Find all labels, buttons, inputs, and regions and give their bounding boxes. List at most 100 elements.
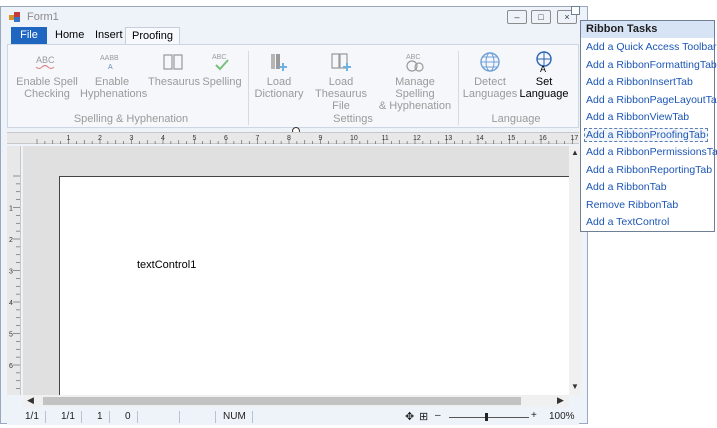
window-title: Form1 xyxy=(27,11,59,23)
vruler-number: 1 xyxy=(9,206,13,213)
vruler-number: 3 xyxy=(9,269,13,276)
ruler-number: 15 xyxy=(508,135,516,142)
form-window: Form1 – □ × File Home Insert Proofing AB… xyxy=(0,6,588,425)
vertical-ruler[interactable]: 1 2 3 4 5 6 xyxy=(7,146,21,395)
ruler-number: 5 xyxy=(193,135,197,142)
status-bar: 1/1 1/1 1 0 NUM ✥ ⊞ – + 100% xyxy=(7,409,579,425)
status-section: 1/1 xyxy=(55,411,82,423)
app-icon xyxy=(9,12,20,22)
task-add-quick-access-toolbar[interactable]: Add a Quick Access Toolbar xyxy=(586,41,717,53)
zoom-in-button[interactable]: + xyxy=(531,410,537,421)
status-empty xyxy=(147,411,180,423)
zoom-slider[interactable] xyxy=(449,417,529,418)
load-dictionary-label-2: Dictionary xyxy=(254,88,304,100)
task-add-text-control[interactable]: Add a TextControl xyxy=(586,216,669,228)
enable-hyphenations-button[interactable]: AABB A Enable Hyphenations xyxy=(80,51,147,100)
scroll-right-icon[interactable]: ▶ xyxy=(557,395,564,406)
ruler-number: 14 xyxy=(476,135,484,142)
thesaurus-button[interactable]: Thesaurus xyxy=(148,51,200,88)
svg-text:ABC: ABC xyxy=(36,55,55,65)
fit-page-icon[interactable]: ⊞ xyxy=(419,410,428,423)
ruler-number: 4 xyxy=(161,135,165,142)
load-thesaurus-label-1: Load xyxy=(328,76,354,88)
maximize-button[interactable]: □ xyxy=(531,10,551,24)
vruler-number: 5 xyxy=(9,332,13,339)
ruler-ticks: 1 2 3 4 5 6 7 8 9 10 11 12 13 14 15 16 17 xyxy=(36,135,579,144)
vruler-number: 6 xyxy=(9,363,13,370)
load-thesaurus-icon xyxy=(331,53,351,71)
load-dictionary-label-1: Load xyxy=(266,76,292,88)
enable-hyphenations-label-1: Enable xyxy=(94,76,130,88)
ruler-number: 6 xyxy=(224,135,228,142)
ruler-number: 9 xyxy=(319,135,323,142)
group-separator xyxy=(248,51,249,125)
minimize-button[interactable]: – xyxy=(507,10,527,24)
spelling-button[interactable]: ABC Spelling xyxy=(200,51,244,88)
group-separator xyxy=(458,51,459,125)
tab-file[interactable]: File xyxy=(11,27,47,44)
document-area[interactable]: textControl1 xyxy=(23,146,569,395)
ribbon-proofing-panel: ABC Enable Spell Checking AABB A Enable H… xyxy=(7,44,579,128)
globe-icon xyxy=(480,52,500,72)
zoom-out-button[interactable]: – xyxy=(435,410,441,421)
ruler-number: 8 xyxy=(287,135,291,142)
group-label-spelling-hyphenation: Spelling & Hyphenation xyxy=(73,113,189,125)
enable-spell-checking-button[interactable]: ABC Enable Spell Checking xyxy=(16,51,78,100)
manage-spelling-icon: ABC xyxy=(406,54,424,72)
spellcheck-icon: ABC xyxy=(212,54,229,71)
set-language-button[interactable]: A Set Language xyxy=(518,51,570,100)
task-add-ribbon-view-tab[interactable]: Add a RibbonViewTab xyxy=(586,111,689,123)
abc-spell-icon: ABC xyxy=(35,55,55,70)
ruler-number: 16 xyxy=(539,135,547,142)
spelling-label: Spelling xyxy=(202,76,242,88)
set-language-label-2: Language xyxy=(519,88,569,100)
status-empty-2 xyxy=(181,411,216,423)
detect-languages-button[interactable]: Detect Languages xyxy=(462,51,518,100)
zoom-level: 100% xyxy=(549,411,575,422)
load-dictionary-button[interactable]: Load Dictionary xyxy=(252,51,306,100)
zoom-slider-thumb[interactable] xyxy=(485,413,488,421)
task-add-ribbon-reporting-tab[interactable]: Add a RibbonReportingTab xyxy=(586,164,712,176)
enable-spell-label-1: Enable Spell xyxy=(16,76,78,88)
task-add-ribbon-formatting-tab[interactable]: Add a RibbonFormattingTab xyxy=(586,59,717,71)
svg-text:AABB: AABB xyxy=(100,55,119,62)
horizontal-scrollbar[interactable]: ◀ ▶ xyxy=(23,395,569,407)
task-add-ribbon-permissions-tab[interactable]: Add a RibbonPermissionsTab xyxy=(586,146,717,158)
ribbon-tasks-panel: Ribbon Tasks Add a Quick Access Toolbar … xyxy=(580,20,717,232)
ruler-number: 2 xyxy=(98,135,102,142)
task-add-ribbon-pagelayout-tab[interactable]: Add a RibbonPageLayoutTab xyxy=(586,94,717,106)
vruler-ticks: 1 2 3 4 5 6 xyxy=(9,175,20,389)
load-dictionary-icon xyxy=(271,54,287,71)
scroll-thumb[interactable] xyxy=(43,397,521,405)
scroll-up-icon[interactable]: ▲ xyxy=(571,148,579,157)
tasks-header: Ribbon Tasks xyxy=(581,21,714,38)
status-line: 1 xyxy=(91,411,110,423)
ruler-number: 10 xyxy=(350,135,358,142)
svg-text:A: A xyxy=(108,64,113,71)
scroll-left-icon[interactable]: ◀ xyxy=(27,395,34,406)
task-remove-ribbon-tab[interactable]: Remove RibbonTab xyxy=(586,199,678,211)
horizontal-ruler[interactable]: 1 2 3 4 5 6 7 8 9 10 11 12 13 14 15 16 17 xyxy=(7,132,579,144)
ruler-number: 17 xyxy=(571,135,579,142)
scroll-down-icon[interactable]: ▼ xyxy=(571,382,579,391)
book-icon xyxy=(163,54,183,70)
tab-proofing[interactable]: Proofing xyxy=(125,27,180,45)
tab-insert[interactable]: Insert xyxy=(89,27,129,44)
load-thesaurus-file-button[interactable]: Load Thesaurus File xyxy=(308,51,374,112)
ruler-number: 12 xyxy=(413,135,421,142)
task-add-ribbon-insert-tab[interactable]: Add a RibbonInsertTab xyxy=(586,76,693,88)
group-label-language: Language xyxy=(491,113,541,125)
fit-width-icon[interactable]: ✥ xyxy=(405,410,414,423)
task-add-ribbon-proofing-tab[interactable]: Add a RibbonProofingTab xyxy=(584,128,708,142)
document-page[interactable]: textControl1 xyxy=(59,176,569,395)
vruler-number: 2 xyxy=(9,237,13,244)
smart-tag-glyph[interactable] xyxy=(571,6,580,15)
task-add-ribbon-tab[interactable]: Add a RibbonTab xyxy=(586,181,667,193)
hyphenation-icon: AABB A xyxy=(100,55,119,71)
manage-spelling-label-2: & Hyphenation xyxy=(378,100,452,112)
ruler-number: 1 xyxy=(67,135,71,142)
ruler-number: 3 xyxy=(130,135,134,142)
manage-spelling-hyphenation-button[interactable]: ABC Manage Spelling & Hyphenation xyxy=(376,51,454,112)
tab-home[interactable]: Home xyxy=(49,27,90,44)
enable-spell-label-2: Checking xyxy=(24,88,70,100)
